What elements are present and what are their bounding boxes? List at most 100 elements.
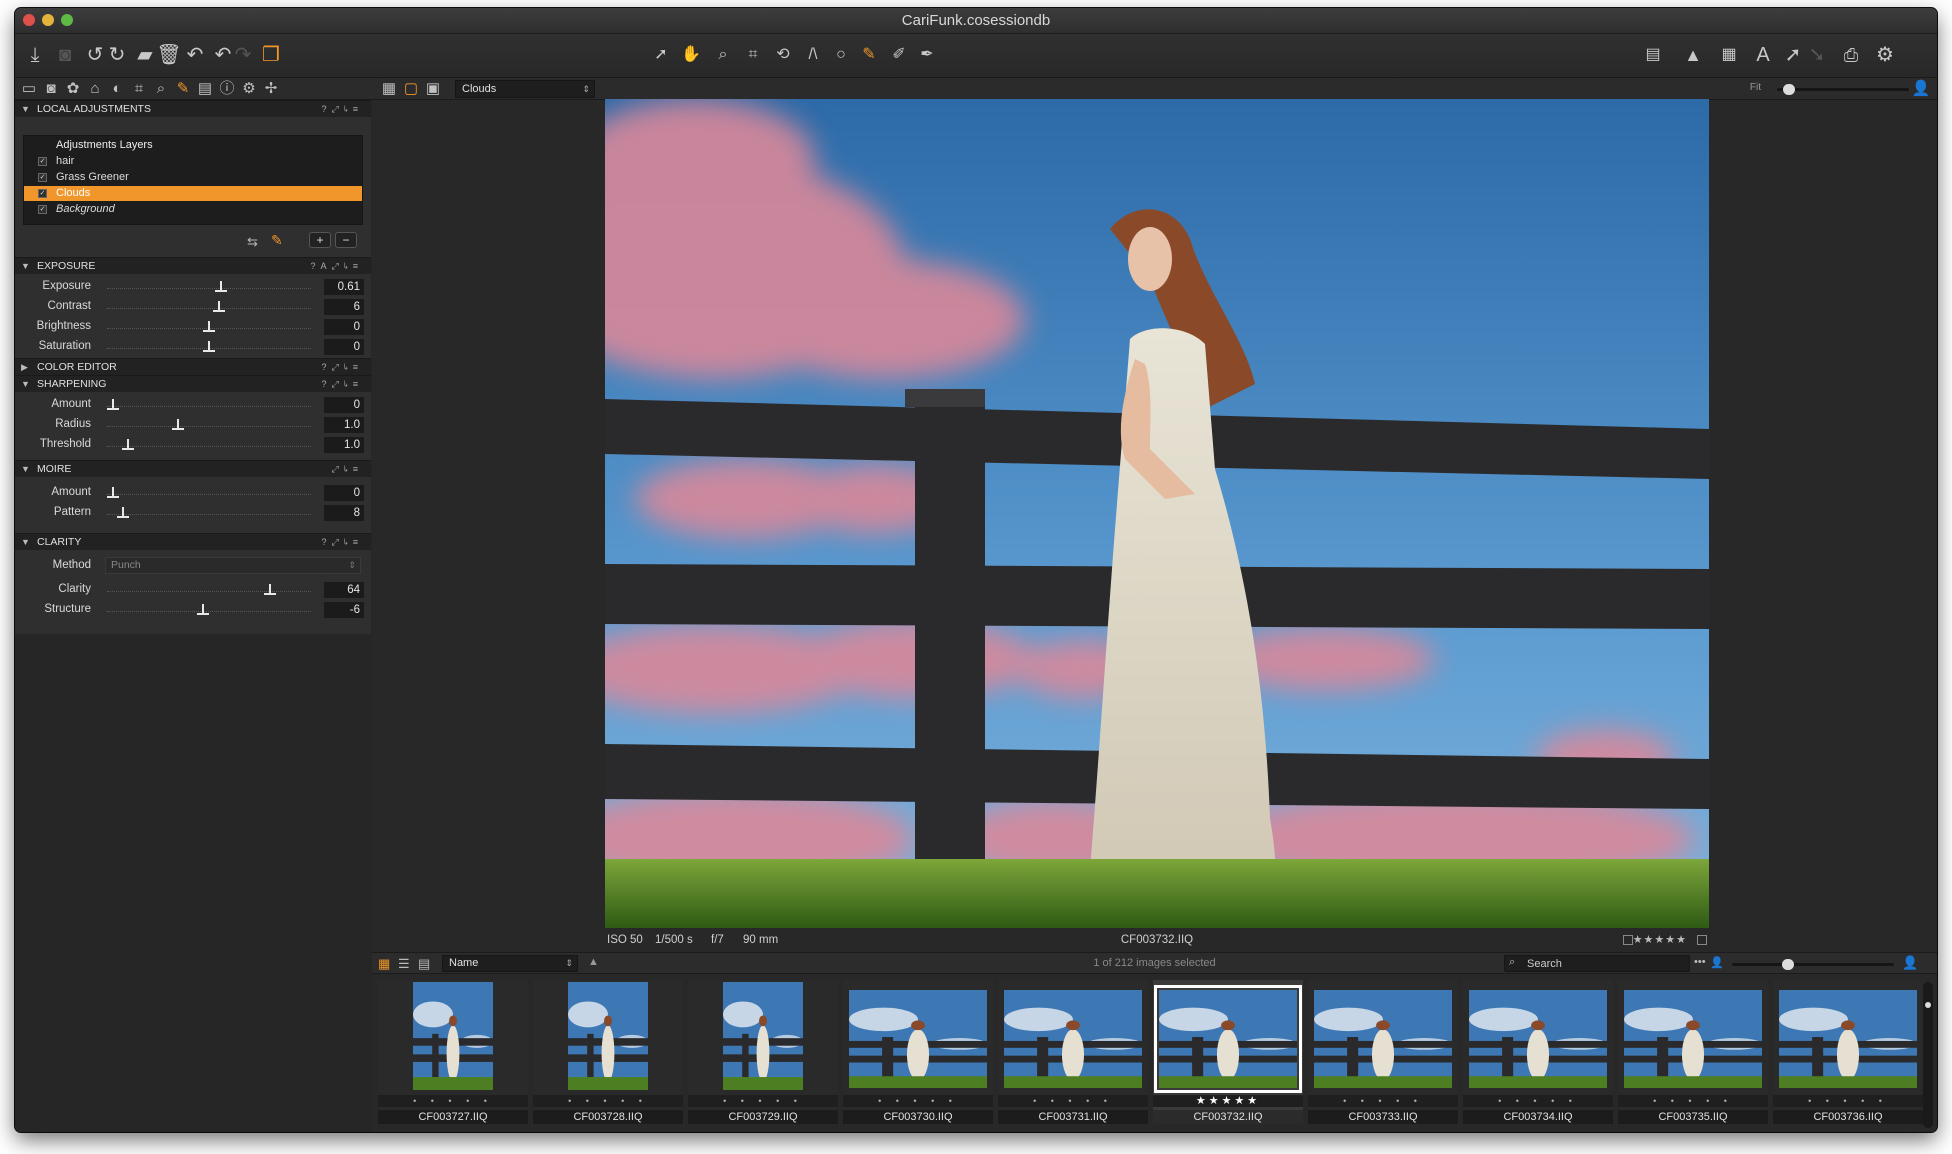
import-icon[interactable]: ⤓ [21, 41, 49, 69]
slider-knob[interactable] [203, 341, 215, 352]
collapse-triangle-icon[interactable]: ▼ [21, 461, 30, 477]
thumbnail-image[interactable] [1469, 990, 1607, 1088]
slider-knob[interactable] [107, 487, 119, 498]
slider-track[interactable] [107, 591, 311, 592]
thumbnail-image[interactable] [849, 990, 987, 1088]
select-cursor-icon[interactable]: ➚ [647, 41, 675, 69]
color-tab-icon[interactable]: ✿ [63, 79, 83, 99]
thumbnail-rating[interactable]: • • • • • [688, 1095, 838, 1107]
layer-row[interactable]: ✓ Clouds [24, 186, 362, 201]
slider-track[interactable] [107, 426, 311, 427]
thumbnail-size-knob[interactable] [1782, 959, 1794, 970]
section-controls[interactable]: ?⤢↳≡ [321, 359, 363, 375]
thumbnail-rating[interactable]: ★★★★★ [1153, 1095, 1303, 1107]
annotate-icon[interactable]: ✒ [913, 41, 941, 69]
thumbnail-rating[interactable]: • • • • • [1618, 1095, 1768, 1107]
scrollbar-thumb[interactable] [1925, 1002, 1931, 1008]
batch-tab-icon[interactable]: ✢ [261, 79, 281, 99]
local-adjustments-tab-icon[interactable]: ✎ [173, 79, 193, 99]
slider-track[interactable] [107, 514, 311, 515]
thumbnail-item[interactable]: • • • • • CF003731.IIQ [998, 980, 1148, 1124]
collapse-triangle-icon[interactable]: ▼ [21, 534, 30, 550]
thumbnail-rating[interactable]: • • • • • [843, 1095, 993, 1107]
collapse-triangle-icon[interactable]: ▼ [21, 258, 30, 274]
thumbnail-image[interactable] [1624, 990, 1762, 1088]
spot-removal-icon[interactable]: ○ [827, 41, 855, 69]
grid-view-icon[interactable]: ▦ [379, 79, 399, 99]
variants-icon[interactable]: ❐ [257, 41, 285, 69]
thumbnail-image[interactable] [1004, 990, 1142, 1088]
grid-icon[interactable]: ▦ [1715, 41, 1743, 69]
local-adjustments-header[interactable]: ▼ LOCAL ADJUSTMENTS ?⤢↳≡ [15, 100, 371, 117]
slider-track[interactable] [107, 494, 311, 495]
redo-icon[interactable]: ↷ [229, 41, 257, 69]
star-rating[interactable]: ★★★★★ [1633, 930, 1687, 950]
thumbnail-rating[interactable]: • • • • • [1308, 1095, 1458, 1107]
slider-knob[interactable] [122, 439, 135, 450]
apply-adjustments-icon[interactable]: ➘ [1803, 41, 1831, 69]
slider-track[interactable] [107, 446, 311, 447]
thumbnail-image[interactable] [723, 982, 803, 1090]
thumbnail-rating[interactable]: • • • • • [1463, 1095, 1613, 1107]
crop-icon[interactable]: ⌗ [739, 41, 767, 69]
keystone-icon[interactable]: /\ [799, 41, 827, 69]
thumbnail-rating[interactable]: • • • • • [533, 1095, 683, 1107]
text-overlay-icon[interactable]: A [1749, 41, 1777, 69]
layer-row[interactable]: ✓ Grass Greener [24, 170, 362, 185]
main-photo[interactable] [605, 99, 1709, 928]
browser-scrollbar[interactable] [1923, 982, 1933, 1128]
thumbnail-item[interactable]: • • • • • CF003727.IIQ [378, 980, 528, 1124]
slider-track[interactable] [107, 406, 311, 407]
collapse-triangle-icon[interactable]: ▼ [21, 101, 30, 117]
thumbnail-item[interactable]: • • • • • CF003733.IIQ [1308, 980, 1458, 1124]
thumbnail-image[interactable] [1779, 990, 1917, 1088]
settings-gear-icon[interactable]: ⚙ [1871, 41, 1899, 69]
section-controls[interactable]: ?⤢↳≡ [321, 376, 363, 392]
metadata-tab-icon[interactable]: ▤ [195, 79, 215, 99]
pan-hand-icon[interactable]: ✋ [677, 41, 705, 69]
slider-knob[interactable] [197, 604, 210, 615]
reset-icon[interactable]: ↶ [181, 41, 209, 69]
details-tab-icon[interactable]: ⌕ [151, 79, 171, 99]
camera-icon[interactable]: ◙ [51, 41, 79, 69]
output-tab-icon[interactable]: ⚙ [239, 79, 259, 99]
section-controls[interactable]: ?A⤢↳≡ [310, 258, 363, 274]
clarity-header[interactable]: ▼ CLARITY ?⤢↳≡ [15, 533, 371, 550]
compare-icon[interactable]: ▤ [1639, 41, 1667, 69]
exposure-tab-icon[interactable]: ◐ [107, 79, 127, 99]
slider-value-field[interactable]: 0.61 [324, 279, 364, 295]
slider-knob[interactable] [107, 399, 119, 410]
thumbnail-image[interactable] [413, 982, 493, 1090]
layer-checkbox[interactable]: ✓ [38, 173, 47, 182]
zoom-icon[interactable]: ⌕ [709, 41, 737, 69]
thumbnail-image[interactable] [1314, 990, 1452, 1088]
thumbnail-rating[interactable]: • • • • • [378, 1095, 528, 1107]
layer-checkbox[interactable]: ✓ [38, 157, 47, 166]
layer-checkbox[interactable]: ✓ [38, 189, 47, 198]
thumbnail-rating[interactable]: • • • • • [1773, 1095, 1923, 1107]
slider-value-field[interactable]: 0 [324, 397, 364, 413]
thumbnail-item[interactable]: • • • • • CF003736.IIQ [1773, 980, 1923, 1124]
thumbnail-item[interactable]: • • • • • CF003734.IIQ [1463, 980, 1613, 1124]
layer-swap-icon[interactable]: ⇆ [247, 234, 258, 250]
multi-view-icon[interactable]: ▣ [423, 79, 443, 99]
slider-value-field[interactable]: 8 [324, 505, 364, 521]
remove-layer-button[interactable]: − [335, 232, 357, 248]
thumbnail-item[interactable]: • • • • • CF003729.IIQ [688, 980, 838, 1124]
brush-icon[interactable]: ✎ [855, 41, 883, 69]
slider-track[interactable] [107, 308, 311, 309]
lens-tab-icon[interactable]: ⌂ [85, 79, 105, 99]
slider-value-field[interactable]: 0 [324, 485, 364, 501]
layer-row[interactable]: Adjustments Layers [24, 138, 362, 153]
expand-triangle-icon[interactable]: ▶ [21, 359, 28, 375]
more-options-icon[interactable]: ••• [1694, 956, 1706, 968]
layer-checkbox[interactable]: ✓ [38, 205, 47, 214]
slider-knob[interactable] [203, 321, 215, 332]
slider-knob[interactable] [264, 584, 277, 595]
slider-knob[interactable] [212, 301, 225, 312]
slider-value-field[interactable]: 0 [324, 319, 364, 335]
slider-value-field[interactable]: 6 [324, 299, 364, 315]
menu-box-icon[interactable] [1697, 935, 1707, 945]
layer-row[interactable]: ✓ hair [24, 154, 362, 169]
slider-knob[interactable] [172, 419, 185, 430]
